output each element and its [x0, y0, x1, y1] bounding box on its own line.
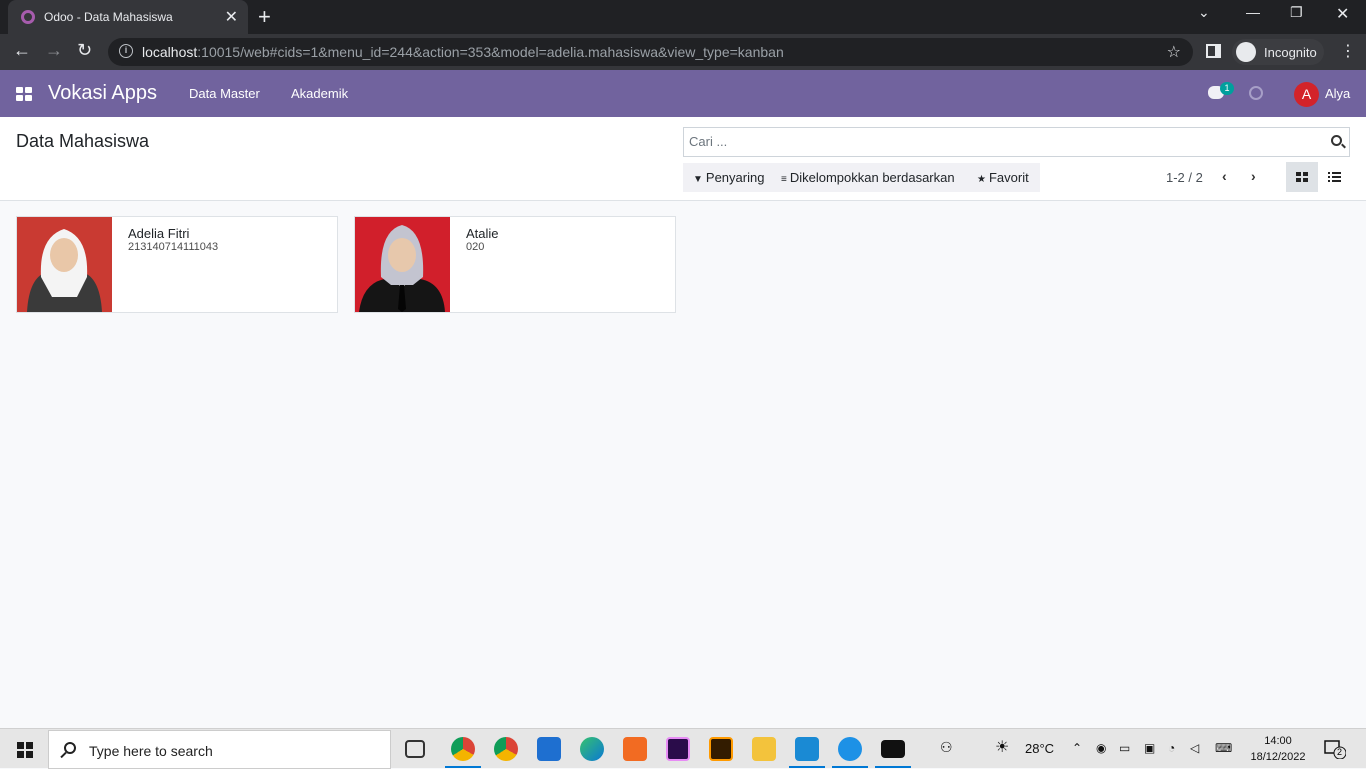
battery-icon[interactable]: ▭ — [1119, 741, 1130, 755]
search-input[interactable] — [689, 134, 1309, 149]
back-icon[interactable]: ← — [13, 40, 31, 61]
chrome-icon[interactable] — [494, 737, 518, 761]
address-bar[interactable]: i localhost:10015/web#cids=1&menu_id=244… — [108, 38, 1193, 66]
kanban-card[interactable]: Atalie 020 — [354, 216, 676, 313]
file-explorer-icon[interactable] — [752, 737, 776, 761]
volume-muted-icon[interactable]: ◁ — [1190, 741, 1199, 755]
xampp-icon[interactable] — [623, 737, 647, 761]
menu-akademik[interactable]: Akademik — [291, 86, 348, 101]
user-menu[interactable]: Alya — [1325, 86, 1350, 101]
kanban-view-icon — [1296, 172, 1308, 182]
student-name: Atalie — [466, 226, 499, 241]
student-nim: 213140714111043 — [128, 241, 219, 253]
tab-search-icon[interactable]: ⌄ — [1198, 4, 1210, 21]
close-window-icon[interactable]: ✕ — [1336, 4, 1349, 24]
system-clock[interactable]: 14:00 18/12/2022 — [1250, 733, 1306, 765]
search-icon — [64, 742, 76, 754]
student-photo — [17, 217, 112, 312]
student-photo — [355, 217, 450, 312]
site-info-icon[interactable]: i — [119, 44, 133, 58]
terminal-icon[interactable] — [881, 740, 905, 758]
browser-toolbar: ← → ↻ i localhost:10015/web#cids=1&menu_… — [0, 34, 1366, 70]
notification-count: 2 — [1337, 747, 1343, 757]
browser-tab-strip: Odoo - Data Mahasiswa ✕ + ⌄ — ❐ ✕ — [0, 0, 1366, 34]
pager-next-icon[interactable]: › — [1251, 168, 1256, 184]
chat-count-badge: 1 — [1220, 82, 1234, 95]
browser-tab[interactable]: Odoo - Data Mahasiswa ✕ — [8, 0, 248, 34]
list-view-icon — [1328, 172, 1341, 182]
start-windows-icon[interactable] — [17, 742, 33, 758]
search-options-bar: ▼ Penyaring ≡ Dikelompokkan berdasarkan ★ F… — [683, 163, 1040, 192]
app-brand[interactable]: Vokasi Apps — [48, 82, 157, 105]
weather-icon[interactable]: ☀ — [995, 737, 1009, 757]
new-tab-icon[interactable]: + — [258, 4, 271, 30]
student-name: Adelia Fitri — [128, 226, 190, 241]
task-view-icon[interactable] — [405, 740, 425, 758]
premiere-icon[interactable] — [666, 737, 690, 761]
control-panel: Data Mahasiswa ▼Penyaring ≡Dikelompokkan… — [0, 117, 1366, 201]
search-box — [683, 127, 1350, 157]
browser-menu-icon[interactable]: ⋮ — [1340, 41, 1356, 61]
keyboard-icon[interactable]: ⌨ — [1215, 741, 1232, 755]
docker-icon[interactable] — [838, 737, 862, 761]
people-icon[interactable]: ⚇ — [940, 739, 953, 756]
odoo-favicon-icon — [21, 10, 35, 24]
notification-center-icon[interactable]: 2 — [1324, 739, 1347, 760]
list-view-button[interactable] — [1318, 162, 1350, 192]
filter-icon: ▼ — [693, 174, 703, 185]
camera-icon[interactable]: ▣ — [1144, 741, 1155, 755]
breadcrumb: Data Mahasiswa — [16, 131, 150, 151]
pager-previous-icon[interactable]: ‹ — [1222, 168, 1227, 184]
kanban-view-button[interactable] — [1286, 162, 1318, 192]
bookmark-star-icon[interactable]: ☆ — [1167, 42, 1181, 62]
taskbar-search-placeholder: Type here to search — [89, 743, 213, 759]
taskbar-search[interactable]: Type here to search — [48, 730, 391, 769]
minimize-icon[interactable]: — — [1246, 4, 1260, 20]
media-player-icon[interactable] — [537, 737, 561, 761]
star-icon: ★ — [977, 174, 986, 185]
pager-value[interactable]: 1-2 / 2 — [1166, 170, 1203, 185]
apps-menu-icon[interactable] — [16, 87, 32, 101]
tab-title: Odoo - Data Mahasiswa — [44, 10, 173, 24]
show-hidden-icons-icon[interactable]: ⌃ — [1072, 741, 1082, 755]
incognito-icon — [1236, 42, 1256, 62]
edge-icon[interactable] — [580, 737, 604, 761]
incognito-indicator[interactable]: Incognito — [1232, 39, 1324, 65]
chrome-profile-icon[interactable] — [451, 737, 475, 761]
user-avatar[interactable]: A — [1294, 82, 1319, 107]
illustrator-icon[interactable] — [709, 737, 733, 761]
menu-data-master[interactable]: Data Master — [189, 86, 260, 101]
forward-icon[interactable]: → — [45, 40, 63, 61]
search-icon[interactable] — [1331, 135, 1342, 146]
windows-taskbar: Type here to search ⚇ ☀ 28°C ⌃ ◉ ▭ ▣ ◔ ◁… — [0, 728, 1366, 769]
odoo-navbar: Vokasi Apps Data Master Akademik 1 A Aly… — [0, 70, 1366, 117]
wifi-icon[interactable]: ◔ — [1168, 741, 1175, 755]
record-icon[interactable]: ◉ — [1096, 741, 1106, 755]
url-text: localhost:10015/web#cids=1&menu_id=244&a… — [142, 44, 784, 60]
kanban-card[interactable]: Adelia Fitri 213140714111043 — [16, 216, 338, 313]
group-by-button[interactable]: ≡ Dikelompokkan berdasarkan — [781, 170, 955, 185]
temperature[interactable]: 28°C — [1025, 741, 1054, 756]
group-by-icon: ≡ — [781, 174, 787, 185]
restore-icon[interactable]: ❐ — [1290, 4, 1303, 21]
clock-date: 18/12/2022 — [1250, 751, 1306, 763]
reload-icon[interactable]: ↻ — [77, 40, 92, 61]
clock-time: 14:00 — [1264, 735, 1292, 747]
student-nim: 020 — [466, 241, 485, 253]
filter-button[interactable]: ▼ Penyaring — [693, 170, 764, 185]
vscode-icon[interactable] — [795, 737, 819, 761]
incognito-label: Incognito — [1264, 45, 1317, 60]
close-tab-icon[interactable]: ✕ — [225, 7, 238, 27]
side-panel-icon[interactable] — [1206, 44, 1221, 58]
favorites-button[interactable]: ★ Favorit — [977, 170, 1029, 185]
activity-clock-icon[interactable] — [1249, 86, 1263, 100]
